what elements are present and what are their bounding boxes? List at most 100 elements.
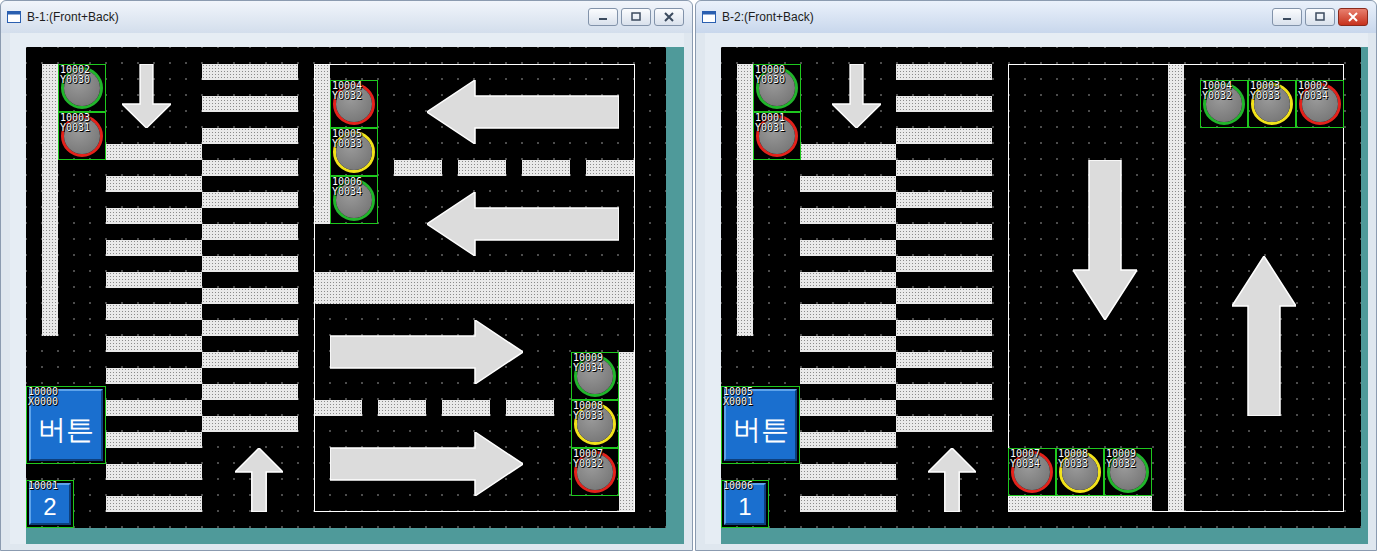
tag-label: Y0032 bbox=[573, 459, 603, 469]
window-title: B-1:(Front+Back) bbox=[27, 8, 119, 26]
arrow-left-icon bbox=[427, 80, 619, 144]
arrow-up-icon bbox=[1232, 256, 1296, 416]
arrow-down-icon bbox=[832, 64, 881, 128]
tag-label: Y0033 bbox=[573, 411, 603, 421]
main-button[interactable]: 버튼 10005X0001 bbox=[721, 386, 800, 464]
minimize-icon bbox=[597, 12, 609, 22]
tag-label: 10001 bbox=[755, 113, 785, 123]
tag-label: 10001 bbox=[28, 481, 58, 491]
tag-label: 10004 bbox=[1202, 81, 1232, 91]
road-marking bbox=[106, 272, 202, 288]
minimize-button[interactable] bbox=[1272, 8, 1302, 26]
window-controls bbox=[588, 8, 684, 26]
road-marking bbox=[896, 96, 992, 112]
road-marking bbox=[800, 240, 896, 256]
road-marking bbox=[106, 432, 202, 448]
button-label: 1 bbox=[738, 489, 751, 525]
maximize-icon bbox=[630, 12, 642, 22]
tag-label: 10005 bbox=[332, 129, 362, 139]
desktop: B-1:(Front+Back)10002Y003010003Y00311000… bbox=[0, 0, 1377, 551]
tag-label: 10007 bbox=[1010, 449, 1040, 459]
road-marking bbox=[202, 320, 298, 336]
road-marking bbox=[202, 288, 298, 304]
road-marking bbox=[800, 368, 896, 384]
road-marking bbox=[394, 160, 442, 176]
maximize-button[interactable] bbox=[621, 8, 651, 26]
tag-label: Y0030 bbox=[60, 75, 90, 85]
close-icon bbox=[663, 12, 675, 22]
road-marking bbox=[314, 272, 635, 304]
tag-label: 10000 bbox=[28, 387, 58, 397]
tag-label: 10009 bbox=[1106, 449, 1136, 459]
tag-label: Y0031 bbox=[755, 123, 785, 133]
road-marking bbox=[800, 272, 896, 288]
road-marking bbox=[800, 144, 896, 160]
road-marking bbox=[202, 352, 298, 368]
tag-label: 10008 bbox=[573, 401, 603, 411]
road-marking bbox=[896, 160, 992, 176]
signal-lamp: 10005Y0033 bbox=[330, 128, 378, 176]
button-label: 버튼 bbox=[733, 409, 789, 451]
road-marking bbox=[202, 64, 298, 80]
road-marking bbox=[106, 496, 202, 512]
road-marking bbox=[800, 464, 896, 480]
button-label: 2 bbox=[43, 489, 56, 525]
arrow-up-icon bbox=[235, 448, 283, 512]
signal-lamp: 10003Y0031 bbox=[58, 112, 106, 160]
tag-label: Y0034 bbox=[1010, 459, 1040, 469]
tag-label: 10002 bbox=[60, 65, 90, 75]
road-marking bbox=[800, 496, 896, 512]
tag-label: 10006 bbox=[723, 481, 753, 491]
road-marking bbox=[896, 64, 992, 80]
road-marking bbox=[202, 128, 298, 144]
tag-label: 10005 bbox=[723, 387, 753, 397]
maximize-button[interactable] bbox=[1305, 8, 1335, 26]
road-marking bbox=[1008, 496, 1152, 512]
close-icon bbox=[1347, 12, 1359, 22]
tag-label: 10006 bbox=[332, 177, 362, 187]
tag-label: Y0032 bbox=[1202, 91, 1232, 101]
title-bar[interactable]: B-1:(Front+Back) bbox=[1, 1, 692, 33]
tag-label: Y0034 bbox=[332, 187, 362, 197]
road-marking bbox=[586, 160, 635, 176]
tag-label: Y0031 bbox=[60, 123, 90, 133]
close-button[interactable] bbox=[654, 8, 684, 26]
road-marking bbox=[800, 208, 896, 224]
road-marking bbox=[800, 432, 896, 448]
tag-label: Y0033 bbox=[1250, 91, 1280, 101]
road-marking bbox=[106, 304, 202, 320]
arrow-down-icon bbox=[122, 64, 171, 128]
signal-lamp: 10009Y0034 bbox=[571, 352, 619, 400]
road-marking bbox=[106, 400, 202, 416]
hmi-window[interactable]: B-2:(Front+Back)10000Y003010001Y00311000… bbox=[695, 0, 1377, 551]
road-outline bbox=[1008, 64, 1344, 512]
road-marking bbox=[202, 96, 298, 112]
tag-label: 10003 bbox=[60, 113, 90, 123]
signal-lamp: 10008Y0033 bbox=[1056, 448, 1104, 496]
road-marking bbox=[314, 400, 362, 416]
tag-label: Y0033 bbox=[1058, 459, 1088, 469]
signal-lamp: 10003Y0033 bbox=[1248, 80, 1296, 128]
hmi-window[interactable]: B-1:(Front+Back)10002Y003010003Y00311000… bbox=[0, 0, 693, 551]
arrow-down-icon bbox=[1073, 160, 1137, 320]
road-marking bbox=[314, 64, 330, 224]
main-button[interactable]: 버튼10000X0000 bbox=[26, 386, 106, 464]
title-bar[interactable]: B-2:(Front+Back) bbox=[696, 1, 1376, 33]
screen-button[interactable]: 110006 bbox=[721, 480, 769, 528]
close-button[interactable] bbox=[1338, 8, 1368, 26]
road-marking bbox=[202, 192, 298, 208]
road-marking bbox=[42, 64, 58, 336]
road-marking bbox=[800, 400, 896, 416]
road-marking bbox=[106, 336, 202, 352]
road-marking bbox=[106, 368, 202, 384]
tag-label: 10000 bbox=[755, 65, 785, 75]
screen-button[interactable]: 210001 bbox=[26, 480, 74, 528]
window-body: 10002Y003010003Y003110004Y003210005Y0033… bbox=[1, 33, 692, 550]
minimize-button[interactable] bbox=[588, 8, 618, 26]
road-marking bbox=[442, 400, 490, 416]
road-marking bbox=[737, 64, 753, 336]
tag-label: X0001 bbox=[723, 397, 753, 407]
signal-lamp: 10009Y0032 bbox=[1104, 448, 1152, 496]
button-label: 버튼 bbox=[38, 409, 94, 451]
arrow-up-icon bbox=[928, 448, 976, 512]
